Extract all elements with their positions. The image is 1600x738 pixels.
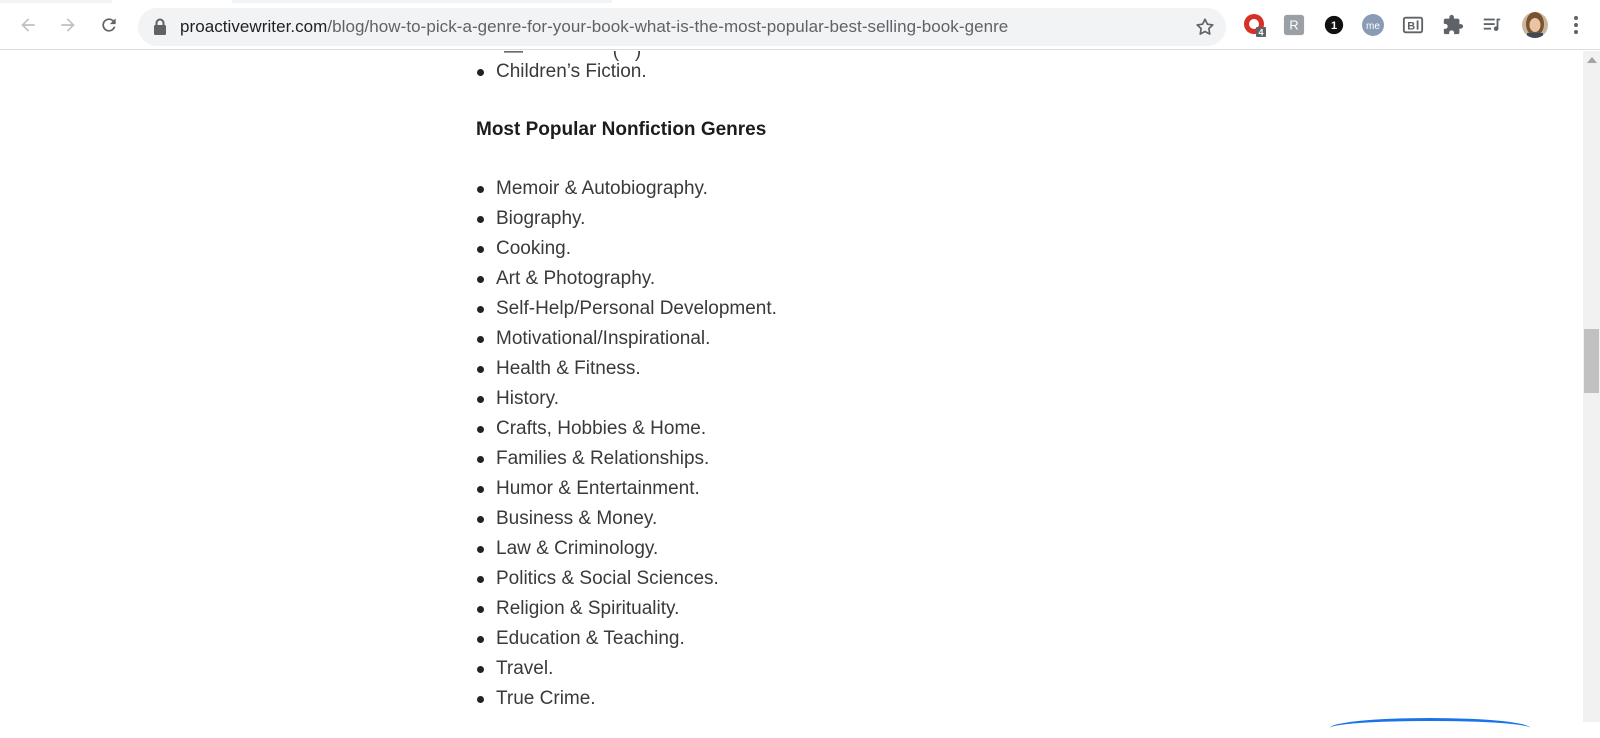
bookmark-logo-icon: B [1402, 16, 1424, 34]
scrollbar-thumb[interactable] [1584, 329, 1599, 393]
list-item: True Crime. [476, 684, 1176, 714]
more-menu-icon[interactable] [1570, 14, 1582, 36]
scroll-up-arrow-icon[interactable] [1587, 57, 1597, 63]
list-item: Health & Fitness. [476, 354, 1176, 384]
list-item: Self-Help/Personal Development. [476, 294, 1176, 324]
section-heading: Most Popular Nonfiction Genres [476, 119, 767, 140]
momentum-logo-icon: me [1362, 14, 1384, 36]
momentum-label: me [1366, 21, 1380, 32]
reading-list-icon[interactable] [1480, 13, 1504, 37]
url-path: /blog/how-to-pick-a-genre-for-your-book-… [327, 17, 1009, 36]
list-item: Business & Money. [476, 504, 1176, 534]
profile-avatar[interactable] [1521, 11, 1549, 39]
puzzle-icon [1443, 14, 1464, 35]
fiction-list-tail: Children’s Fiction. [476, 57, 1176, 87]
list-item: Humor & Entertainment. [476, 474, 1176, 504]
arrow-left-icon [21, 18, 35, 32]
adblock-logo-icon: 4 [1244, 14, 1266, 38]
list-item: Religion & Spirituality. [476, 594, 1176, 624]
arrow-right-icon [61, 18, 75, 32]
reload-button[interactable] [93, 9, 125, 41]
vertical-scrollbar[interactable] [1583, 51, 1600, 722]
grammar-logo-icon: R [1283, 14, 1305, 36]
grammar-extension-icon[interactable]: R [1282, 13, 1306, 37]
adblock-icon[interactable]: 4 [1243, 13, 1267, 37]
list-item: Art & Photography. [476, 264, 1176, 294]
address-bar[interactable]: proactivewriter.com/blog/how-to-pick-a-g… [138, 8, 1226, 46]
bookmark-star-icon[interactable] [1194, 16, 1216, 38]
browser-toolbar: proactivewriter.com/blog/how-to-pick-a-g… [0, 0, 1600, 50]
momentum-icon[interactable]: me [1361, 13, 1385, 37]
lock-icon [154, 18, 166, 35]
list-item: Children’s Fiction. [476, 57, 1176, 87]
reload-icon [102, 18, 116, 32]
password-manager-icon[interactable]: 1 [1322, 13, 1346, 37]
list-item: Education & Teaching. [476, 624, 1176, 654]
list-item: Crafts, Hobbies & Home. [476, 414, 1176, 444]
playlist-icon [1483, 18, 1501, 31]
list-item: Families & Relationships. [476, 444, 1176, 474]
tab-strip-edge [0, 0, 1600, 3]
page-viewport: — ( ) Children’s Fiction. Most Popular N… [0, 51, 1583, 722]
list-item: Motivational/Inspirational. [476, 324, 1176, 354]
grammar-label: R [1289, 18, 1298, 33]
password-logo-icon: 1 [1324, 15, 1344, 35]
list-item: History. [476, 384, 1176, 414]
forward-button[interactable] [52, 9, 84, 41]
floating-widget-edge[interactable] [1330, 718, 1530, 738]
avatar-image-icon [1522, 12, 1548, 38]
nonfiction-genre-list: Memoir & Autobiography. Biography. Cooking… [476, 174, 1176, 714]
url-text: proactivewriter.com/blog/how-to-pick-a-g… [180, 17, 1008, 37]
list-item: Biography. [476, 204, 1176, 234]
password-label: 1 [1331, 20, 1337, 32]
adblock-badge: 4 [1258, 28, 1263, 38]
list-item: Cooking. [476, 234, 1176, 264]
list-item: Memoir & Autobiography. [476, 174, 1176, 204]
bookmark-extension-icon[interactable]: B [1401, 13, 1425, 37]
url-domain: proactivewriter.com [180, 17, 328, 36]
back-button[interactable] [12, 9, 44, 41]
puzzle-extensions-icon[interactable] [1441, 13, 1465, 37]
list-item: Law & Criminology. [476, 534, 1176, 564]
bookmark-label: B [1407, 21, 1415, 33]
list-item: Politics & Social Sciences. [476, 564, 1176, 594]
list-item: Travel. [476, 654, 1176, 684]
